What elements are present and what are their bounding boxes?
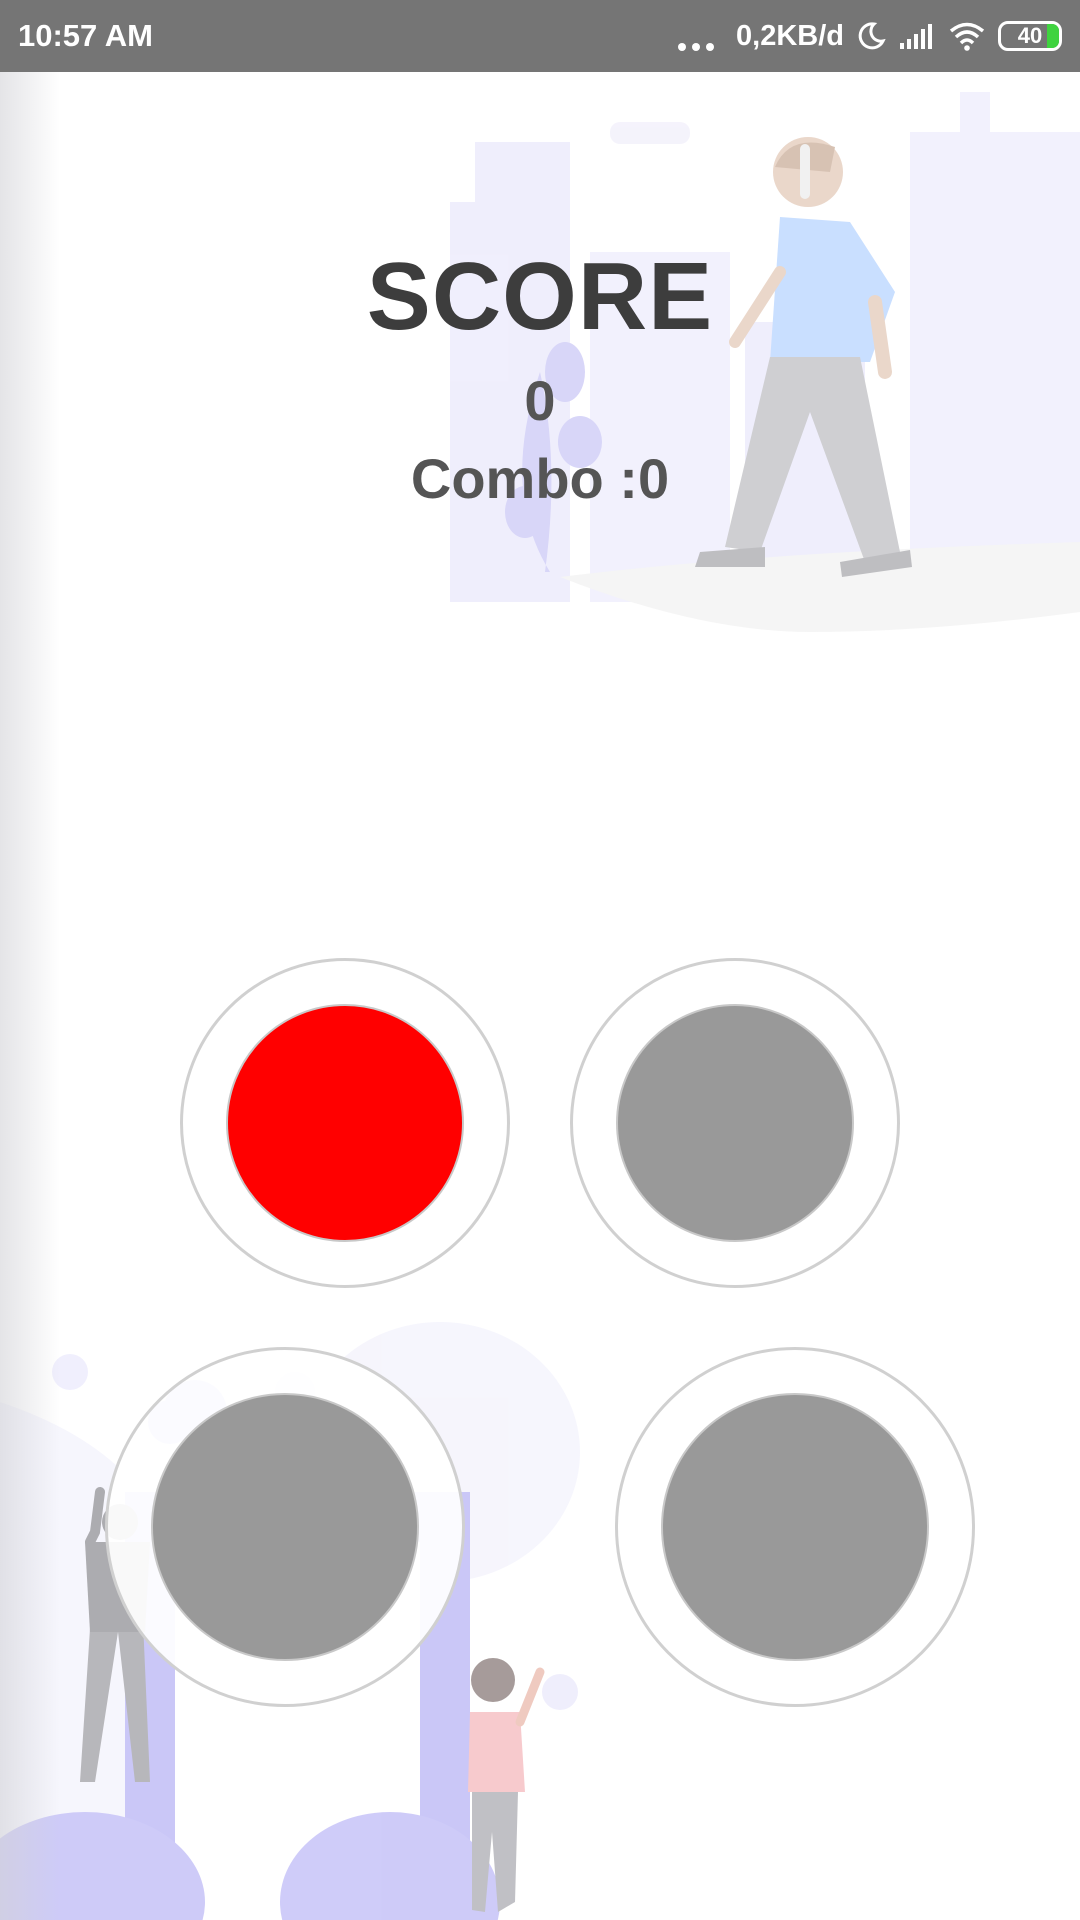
pad-light-top-right <box>616 1004 854 1242</box>
score-value: 0 <box>524 369 556 432</box>
wifi-icon <box>949 22 985 51</box>
drum-pad-top-right[interactable] <box>570 958 900 1288</box>
status-bar: 10:57 AM 0,2KB/d 40 <box>0 0 1080 72</box>
drum-pad-top-left[interactable] <box>180 958 510 1288</box>
battery-icon: 40 <box>998 21 1062 51</box>
drum-pad-bottom-left[interactable] <box>105 1347 465 1707</box>
pad-light-bottom-right <box>661 1393 929 1661</box>
battery-level: 40 <box>1017 23 1043 48</box>
moon-icon <box>858 22 886 50</box>
more-dots-icon <box>678 21 715 51</box>
signal-icon <box>900 24 932 49</box>
data-rate: 0,2KB/d <box>736 19 844 52</box>
drum-pad-bottom-right[interactable] <box>615 1347 975 1707</box>
status-icons: 0,2KB/d 40 <box>678 20 1062 53</box>
status-time: 10:57 AM <box>18 18 153 53</box>
score-panel: SCORE 0 Combo :0 <box>0 242 1080 514</box>
combo-counter: Combo :0 <box>410 447 670 510</box>
pad-light-top-left <box>226 1004 464 1242</box>
score-title: SCORE <box>366 243 714 350</box>
pad-light-bottom-left <box>151 1393 419 1661</box>
